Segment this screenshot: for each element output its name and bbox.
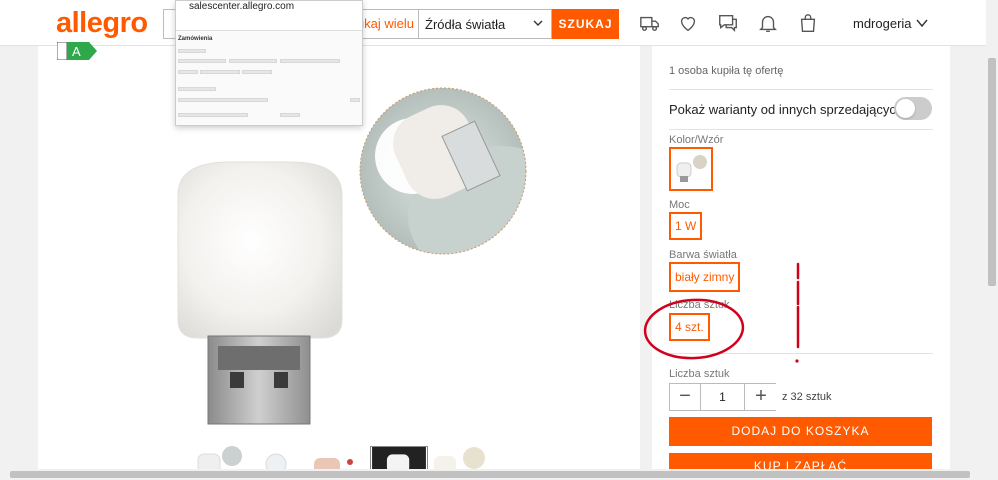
truck-icon[interactable] bbox=[639, 12, 661, 34]
pack-size-option[interactable]: 4 szt. bbox=[669, 313, 710, 341]
popup-line bbox=[178, 59, 226, 63]
variants-toggle-label: Pokaż warianty od innych sprzedających bbox=[669, 102, 904, 117]
tab-preview-popup[interactable]: salescenter.allegro.com Zamówienia bbox=[175, 0, 363, 126]
popup-line bbox=[178, 98, 268, 102]
horizontal-scrollbar[interactable] bbox=[0, 469, 986, 480]
chevron-down-icon[interactable] bbox=[916, 18, 928, 28]
energy-class: A bbox=[72, 44, 81, 59]
popup-line bbox=[280, 59, 340, 63]
divider bbox=[669, 89, 933, 90]
popup-line bbox=[200, 70, 240, 74]
popup-line bbox=[178, 87, 216, 91]
popup-line bbox=[242, 70, 272, 74]
power-option[interactable]: 1 W bbox=[669, 212, 703, 240]
light-color-label: Barwa światła bbox=[669, 249, 737, 261]
top-header: allegro szukaj wielu Źródła światła SZUK… bbox=[0, 0, 998, 46]
category-select[interactable]: Źródła światła bbox=[418, 9, 552, 39]
light-color-option[interactable]: biały zimny bbox=[669, 262, 741, 292]
quantity-decrease-button[interactable]: − bbox=[670, 384, 700, 410]
popup-line bbox=[229, 59, 277, 63]
scrollbar-thumb[interactable] bbox=[988, 58, 996, 286]
shopping-bag-icon[interactable] bbox=[797, 12, 819, 34]
quantity-stepper[interactable]: − 1 + bbox=[669, 383, 776, 411]
buyers-count: 1 osoba kupiła tę ofertę bbox=[669, 65, 784, 77]
quantity-increase-button[interactable]: + bbox=[746, 384, 776, 410]
power-label: Moc bbox=[669, 199, 690, 211]
bell-icon[interactable] bbox=[757, 12, 779, 34]
popup-line bbox=[178, 70, 198, 74]
username[interactable]: mdrogeria bbox=[853, 16, 912, 31]
allegro-logo[interactable]: allegro bbox=[56, 7, 148, 40]
add-to-cart-button[interactable]: DODAJ DO KOSZYKA bbox=[669, 417, 932, 446]
color-label: Kolor/Wzór bbox=[669, 134, 724, 146]
scrollbar-thumb[interactable] bbox=[10, 471, 970, 478]
product-detail-image bbox=[359, 87, 527, 255]
color-option[interactable] bbox=[669, 147, 713, 191]
popup-title: Zamówienia bbox=[178, 36, 213, 42]
popup-line bbox=[178, 113, 248, 117]
divider bbox=[669, 353, 933, 354]
heart-icon[interactable] bbox=[677, 12, 699, 34]
popup-url: salescenter.allegro.com bbox=[189, 1, 295, 12]
product-image[interactable] bbox=[170, 160, 350, 430]
popup-line bbox=[350, 98, 360, 102]
chevron-down-icon bbox=[533, 20, 543, 26]
quantity-label: Liczba sztuk bbox=[669, 368, 730, 380]
pack-size-label: Liczba sztuk bbox=[669, 299, 730, 311]
color-option-image bbox=[676, 155, 707, 182]
energy-label[interactable]: A bbox=[57, 42, 97, 60]
messages-icon[interactable] bbox=[717, 12, 739, 34]
search-button[interactable]: SZUKAJ bbox=[552, 9, 619, 39]
popup-line bbox=[280, 113, 300, 117]
vertical-scrollbar[interactable] bbox=[986, 0, 998, 480]
stock-info: z 32 sztuk bbox=[782, 391, 832, 403]
category-value: Źródła światła bbox=[425, 17, 506, 32]
quantity-input[interactable]: 1 bbox=[700, 384, 745, 410]
variants-toggle[interactable] bbox=[894, 97, 932, 120]
popup-thumbnail: Zamówienia bbox=[176, 30, 362, 125]
toggle-knob bbox=[896, 99, 915, 118]
popup-line bbox=[178, 49, 206, 53]
divider bbox=[669, 129, 933, 130]
